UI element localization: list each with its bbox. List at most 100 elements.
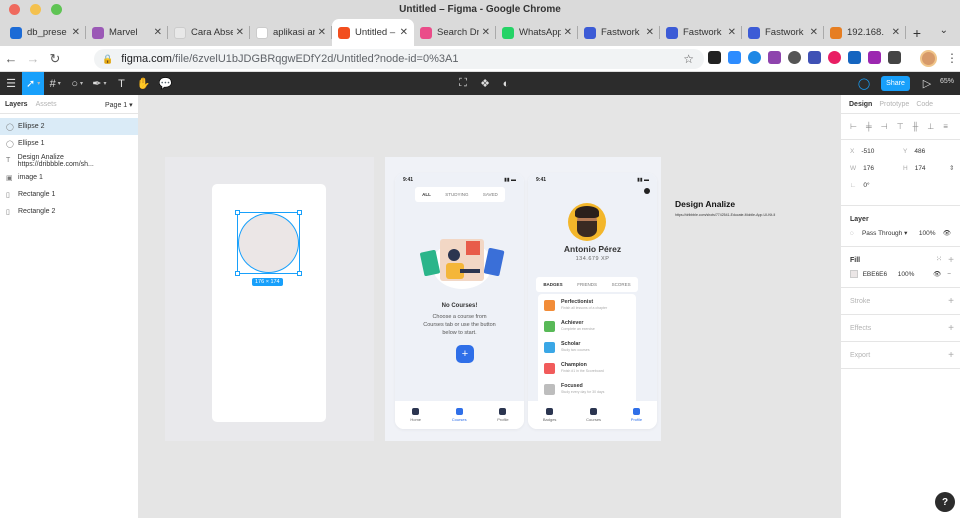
tab-search-icon[interactable]: ⌄ [940, 25, 948, 36]
tab-close-icon[interactable]: ✕ [728, 27, 736, 38]
tab-close-icon[interactable]: ✕ [482, 27, 490, 38]
extension-icon[interactable] [788, 51, 801, 64]
address-bar[interactable]: 🔒 figma.com/file/6zvelU1bJDGBRqgwEDfY2d/… [94, 49, 704, 69]
align-top-icon[interactable]: ⊤ [897, 122, 904, 131]
extension-icon[interactable] [708, 51, 721, 64]
rectangle-card[interactable]: 176 × 174 [212, 184, 326, 422]
image-frame[interactable]: 9:41 ▮▮ ▬ ALL STUDYING SAVED No Courses!… [385, 157, 661, 441]
extension-icon[interactable] [848, 51, 861, 64]
browser-tab[interactable]: aplikasi ar ✕ [250, 19, 332, 46]
bookmark-star-icon[interactable]: ☆ [683, 52, 694, 66]
browser-tab[interactable]: Fastwork ✕ [660, 19, 742, 46]
hand-tool-icon[interactable]: ✋ [132, 72, 154, 95]
tab-prototype[interactable]: Prototype [879, 101, 909, 108]
tab-close-icon[interactable]: ✕ [72, 27, 80, 38]
reload-icon[interactable]: ↻ [44, 48, 66, 70]
style-grid-icon[interactable]: ⁙ [936, 255, 942, 263]
share-button[interactable]: Share [881, 76, 910, 91]
align-center-h-icon[interactable]: ╪ [866, 122, 872, 131]
align-center-v-icon[interactable]: ╫ [913, 122, 919, 131]
multiplayer-avatar-icon[interactable]: ◯ [853, 72, 875, 95]
new-tab-button[interactable]: + [906, 19, 928, 46]
browser-tab[interactable]: db_prese ✕ [4, 19, 86, 46]
extension-icon[interactable] [748, 51, 761, 64]
tab-design[interactable]: Design [849, 101, 872, 108]
tab-close-icon[interactable]: ✕ [646, 27, 654, 38]
lock-icon[interactable]: 🔒 [102, 54, 113, 65]
help-button[interactable]: ? [935, 492, 955, 512]
tab-close-icon[interactable]: ✕ [400, 27, 408, 38]
add-effect-icon[interactable]: + [948, 323, 954, 334]
resize-handle[interactable] [297, 271, 302, 276]
extension-icon[interactable] [768, 51, 781, 64]
layer-row[interactable]: T Design Analize https://dribbble.com/sh.… [0, 152, 138, 169]
browser-tab[interactable]: Search Dr ✕ [414, 19, 496, 46]
canvas[interactable]: 176 × 174 9:41 ▮▮ ▬ ALL STUDYING SAVED N… [139, 95, 840, 518]
tab-layers[interactable]: Layers [5, 101, 28, 108]
layer-row[interactable]: ◯ Ellipse 1 [0, 135, 138, 152]
resize-handle[interactable] [235, 210, 240, 215]
fill-hex[interactable]: EBE6E6 [863, 271, 898, 278]
text-tool-icon[interactable]: T [110, 72, 132, 95]
width-field[interactable]: W 176 [850, 165, 874, 172]
tab-assets[interactable]: Assets [36, 101, 57, 108]
rectangle-frame[interactable]: 176 × 174 [165, 157, 374, 441]
rotation-field[interactable]: ∟ 0° [850, 182, 870, 189]
extension-icon[interactable] [728, 51, 741, 64]
layer-opacity[interactable]: 100% [919, 230, 943, 237]
forward-icon[interactable]: → [22, 48, 44, 70]
minimize-window-icon[interactable] [30, 4, 41, 15]
tab-code[interactable]: Code [916, 101, 933, 108]
align-left-icon[interactable]: ⊢ [850, 122, 857, 131]
design-analize-title[interactable]: Design Analize [675, 199, 735, 209]
blend-mode-select[interactable]: Pass Through ▾ [862, 229, 919, 237]
browser-tab[interactable]: Marvel ✕ [86, 19, 168, 46]
y-field[interactable]: Y 486 [903, 148, 925, 155]
tab-close-icon[interactable]: ✕ [892, 27, 900, 38]
component-icon[interactable]: ❖ [474, 72, 496, 95]
resize-handle[interactable] [235, 271, 240, 276]
resize-handle[interactable] [297, 210, 302, 215]
tab-close-icon[interactable]: ✕ [810, 27, 818, 38]
profile-avatar[interactable] [920, 50, 937, 67]
visibility-eye-icon[interactable]: 👁 [943, 229, 951, 237]
constrain-proportions-icon[interactable]: ⇕ [949, 164, 954, 172]
browser-tab[interactable]: 192.168. ✕ [824, 19, 906, 46]
browser-tab[interactable]: Untitled – ✕ [332, 19, 414, 46]
pen-tool-icon[interactable]: ✒ ▾ [88, 72, 110, 95]
tab-close-icon[interactable]: ✕ [236, 27, 244, 38]
crop-icon[interactable]: ⛶ [452, 72, 474, 95]
layer-row[interactable]: ◯ Ellipse 2 [0, 118, 138, 135]
align-right-icon[interactable]: ⊣ [881, 122, 888, 131]
browser-tab[interactable]: Fastwork ✕ [742, 19, 824, 46]
browser-tab[interactable]: Cara Abse ✕ [168, 19, 250, 46]
contrast-icon[interactable]: ◐ [495, 72, 517, 95]
design-analize-url[interactable]: https://dribbble.com/shots/7742541-Educa… [675, 213, 775, 217]
browser-tab[interactable]: Fastwork ✕ [578, 19, 660, 46]
move-tool-icon[interactable]: ➚ ▾ [22, 72, 45, 95]
tab-close-icon[interactable]: ✕ [154, 27, 162, 38]
main-menu-icon[interactable]: ☰ [0, 72, 22, 95]
back-icon[interactable]: ← [0, 48, 22, 70]
tab-close-icon[interactable]: ✕ [564, 27, 572, 38]
align-bottom-icon[interactable]: ⊥ [927, 122, 934, 131]
fill-visibility-eye-icon[interactable]: 👁 [933, 270, 941, 278]
remove-fill-icon[interactable]: − [947, 271, 951, 278]
x-field[interactable]: X -510 [850, 148, 874, 155]
shape-tool-icon[interactable]: ○ ▾ [66, 72, 88, 95]
height-field[interactable]: H 174 [903, 165, 926, 172]
tab-close-icon[interactable]: ✕ [318, 27, 326, 38]
zoom-level[interactable]: 65% [940, 78, 954, 85]
fill-opacity[interactable]: 100% [898, 271, 933, 278]
close-window-icon[interactable] [9, 4, 20, 15]
add-fill-icon[interactable]: + [948, 255, 954, 266]
page-selector[interactable]: Page 1 ▾ [105, 101, 133, 109]
distribute-icon[interactable]: ≡ [943, 122, 948, 131]
browser-tab[interactable]: WhatsApp ✕ [496, 19, 578, 46]
present-icon[interactable]: ▷ [916, 72, 938, 95]
maximize-window-icon[interactable] [51, 4, 62, 15]
chrome-menu-icon[interactable]: ⋮ [946, 51, 958, 65]
extension-icon[interactable] [828, 51, 841, 64]
extension-icon[interactable] [868, 51, 881, 64]
comment-tool-icon[interactable]: 💬 [154, 72, 176, 95]
